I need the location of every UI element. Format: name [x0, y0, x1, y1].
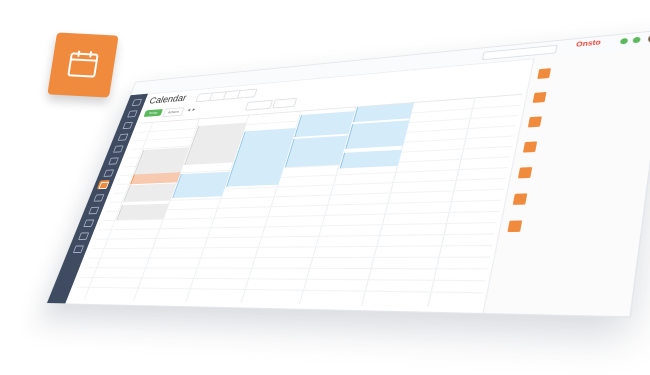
task-icon	[522, 141, 538, 153]
sidebar-item-sales[interactable]	[92, 192, 105, 201]
page-title: Calendar	[147, 93, 188, 107]
sidebar-item-inbox[interactable]	[125, 109, 138, 118]
sidebar-item-dashboard[interactable]	[130, 97, 143, 106]
sidebar-item-files[interactable]	[76, 231, 90, 240]
calendar-event[interactable]	[234, 127, 297, 161]
activity-item[interactable]	[507, 216, 632, 237]
week-grid	[71, 93, 523, 308]
calendar-event[interactable]	[116, 203, 170, 220]
activity-item[interactable]	[537, 57, 650, 83]
task-icon	[527, 116, 542, 128]
calendar-event[interactable]	[339, 149, 403, 169]
task-icon	[517, 167, 533, 179]
user-filter-dropdown[interactable]	[244, 99, 274, 111]
activity-item[interactable]	[517, 160, 639, 183]
today-button[interactable]: Today	[143, 108, 163, 118]
sidebar-item-contacts[interactable]	[111, 144, 124, 153]
notification-icon[interactable]	[619, 37, 629, 45]
task-icon	[512, 193, 528, 205]
calendar-event[interactable]	[226, 157, 287, 187]
task-icon	[532, 91, 547, 103]
filter-dropdown[interactable]	[272, 97, 298, 109]
app-stage: Onsto Calendar Today Actions ◀ ▶	[0, 0, 650, 375]
actions-dropdown[interactable]: Actions	[162, 107, 185, 118]
task-icon	[537, 68, 552, 79]
activity-item[interactable]	[522, 133, 643, 156]
brand-logo: Onsto	[575, 39, 602, 49]
sidebar-item-calendar[interactable]	[96, 180, 110, 190]
sidebar-item-tasks[interactable]	[121, 120, 134, 129]
calendar-event[interactable]	[352, 102, 415, 123]
sidebar-item-reports[interactable]	[116, 132, 129, 141]
calendar-event[interactable]	[345, 120, 410, 149]
calendar-event[interactable]	[294, 111, 356, 138]
sidebar-item-users[interactable]	[102, 168, 115, 177]
sidebar-item-projects[interactable]	[87, 205, 100, 214]
view-list-button[interactable]	[236, 88, 258, 99]
sidebar-item-settings[interactable]	[71, 244, 85, 253]
app-window: Onsto Calendar Today Actions ◀ ▶	[45, 29, 650, 318]
next-arrow-icon[interactable]: ▶	[191, 106, 196, 113]
sidebar-item-documents[interactable]	[107, 156, 120, 165]
calendar-event[interactable]	[172, 171, 231, 199]
task-icon	[507, 220, 523, 233]
calendar-event[interactable]	[123, 183, 177, 202]
activity-item[interactable]	[512, 188, 636, 210]
sidebar-item-email[interactable]	[82, 218, 95, 227]
status-icon[interactable]	[632, 36, 641, 44]
activity-item[interactable]	[527, 107, 646, 131]
activity-item[interactable]	[532, 82, 650, 107]
